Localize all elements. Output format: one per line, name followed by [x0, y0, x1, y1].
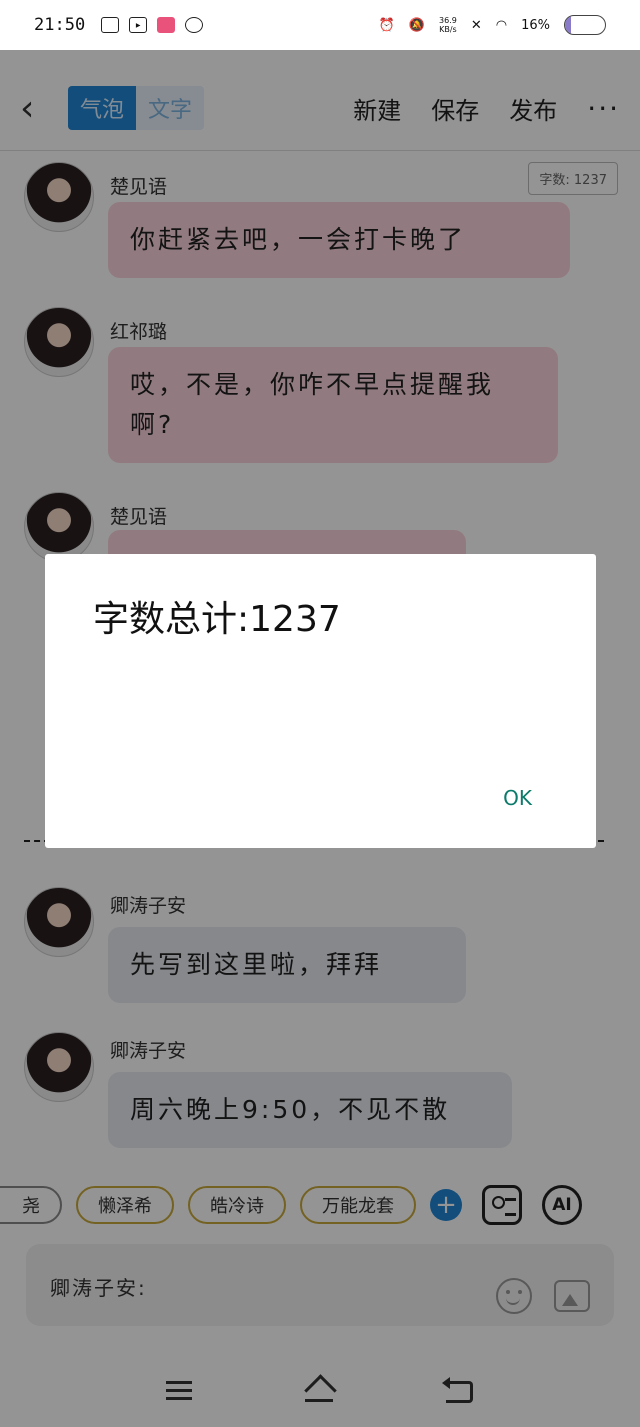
word-count-dialog: 字数总计:1237 OK: [45, 554, 596, 848]
alarm-icon: ⏰: [378, 17, 395, 33]
battery-percent: 16%: [521, 17, 550, 33]
ok-button[interactable]: OK: [503, 786, 532, 810]
sim-icon: ✕: [470, 17, 482, 33]
network-speed: 36.9 KB/s: [439, 16, 457, 34]
battery-icon: [564, 15, 606, 35]
app-notification-icon: [101, 17, 120, 33]
wifi-icon: ◠: [495, 17, 508, 33]
notification-icons: ▶: [101, 17, 204, 33]
clock: 21:50: [34, 15, 86, 35]
dialog-message: 字数总计:1237: [93, 599, 341, 640]
battery-fill: [565, 16, 572, 34]
app-pink-icon: [157, 17, 176, 33]
audio-icon: [185, 17, 204, 33]
mute-bell-icon: 🔕: [408, 17, 426, 33]
system-icons: ⏰ 🔕 36.9 KB/s ✕ ◠ 16%: [379, 15, 606, 35]
status-bar: 21:50 ▶ ⏰ 🔕 36.9 KB/s ✕ ◠ 16%: [0, 0, 640, 50]
play-icon: ▶: [129, 17, 148, 33]
